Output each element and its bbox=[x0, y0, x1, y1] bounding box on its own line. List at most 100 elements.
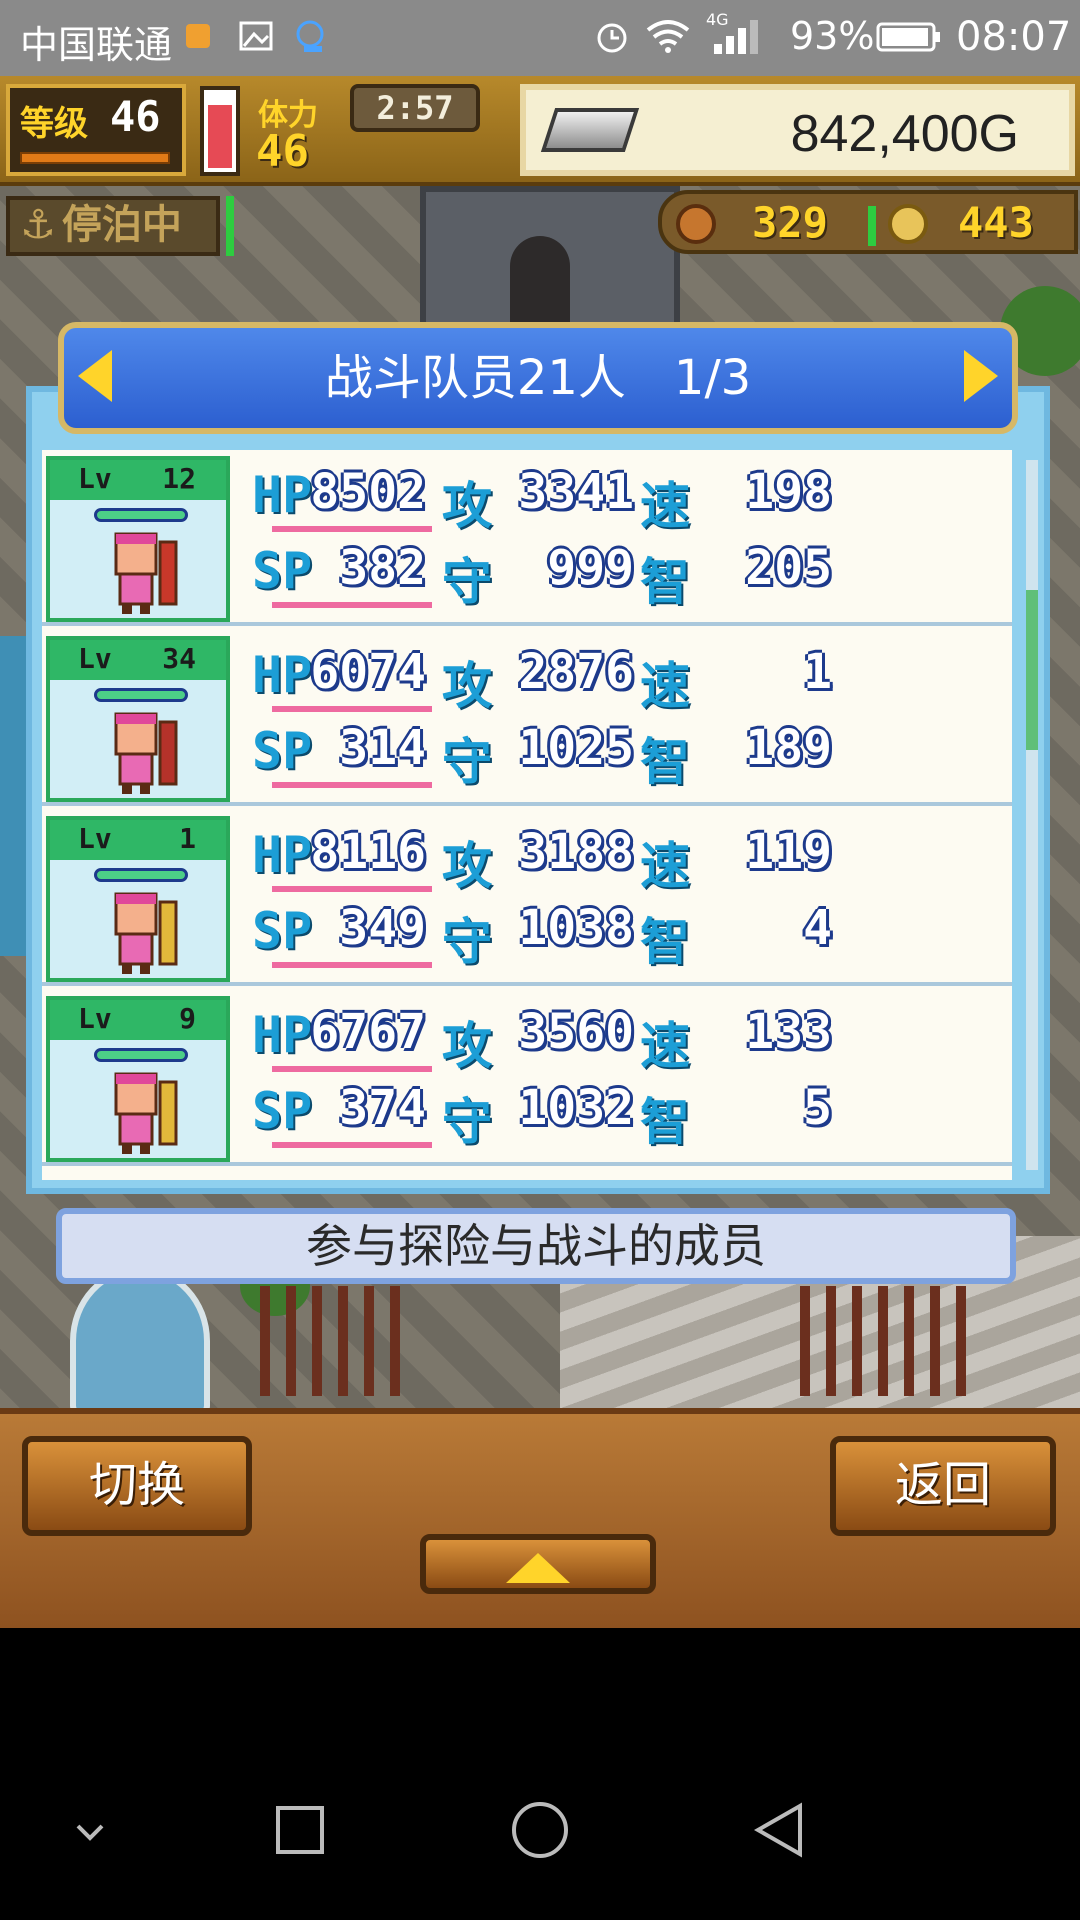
defense-label: 守 bbox=[442, 553, 492, 611]
member-intelligence: 205 bbox=[745, 540, 832, 596]
member-hp: 8116 bbox=[310, 824, 426, 880]
back-nav-icon[interactable] bbox=[750, 1800, 810, 1860]
wifi-icon bbox=[646, 20, 690, 53]
panel-description: 参与探险与战斗的成员 bbox=[56, 1208, 1016, 1284]
member-sprite-icon bbox=[114, 1072, 178, 1154]
member-defense: 1038 bbox=[518, 900, 634, 956]
member-attack: 3341 bbox=[518, 464, 634, 520]
member-speed: 1 bbox=[803, 644, 832, 700]
intelligence-label: 智 bbox=[640, 553, 690, 611]
up-arrow-icon bbox=[506, 1553, 570, 1583]
member-hp-bar bbox=[94, 688, 188, 702]
food-count: 329 bbox=[752, 198, 828, 247]
member-sp: 314 bbox=[339, 720, 426, 776]
anchor-icon: ⚓ bbox=[20, 202, 56, 248]
member-level: 34 bbox=[162, 642, 196, 675]
member-attack: 3560 bbox=[518, 1004, 634, 1060]
member-sprite-icon bbox=[114, 712, 178, 794]
panel-header: 战斗队员21人 1/3 bbox=[58, 322, 1018, 434]
member-intelligence: 189 bbox=[745, 720, 832, 776]
top-hud: 等级 46 体力 46 2:57 842,400G bbox=[0, 76, 1080, 186]
member-sp: 349 bbox=[339, 900, 426, 956]
next-page-arrow-icon[interactable] bbox=[964, 350, 998, 402]
member-sprite-icon bbox=[114, 532, 178, 614]
defense-label: 守 bbox=[442, 1093, 492, 1151]
clock: 08:07 bbox=[956, 14, 1072, 60]
member-sp: 374 bbox=[339, 1080, 426, 1136]
gold-panel: 842,400G bbox=[520, 84, 1075, 176]
alarm-icon bbox=[597, 23, 627, 53]
member-attack: 3188 bbox=[518, 824, 634, 880]
attack-label: 攻 bbox=[442, 1017, 492, 1075]
list-scrollbar[interactable] bbox=[1026, 460, 1038, 1170]
hp-underline bbox=[272, 526, 432, 532]
intelligence-label: 智 bbox=[640, 913, 690, 971]
sp-underline bbox=[272, 1142, 432, 1148]
level-exp-bar bbox=[20, 152, 170, 164]
battery-icon bbox=[876, 22, 940, 52]
level-strip: Lv 1 bbox=[50, 820, 226, 860]
gold-amount: 842,400G bbox=[790, 105, 1019, 163]
list-item[interactable]: Lv 1 HP 8116 SP 349 攻 3188 守 1038 速 119 … bbox=[42, 810, 1012, 986]
member-intelligence: 5 bbox=[803, 1080, 832, 1136]
intelligence-label: 智 bbox=[640, 733, 690, 791]
resource-separator bbox=[868, 206, 876, 246]
level-strip: Lv 12 bbox=[50, 460, 226, 500]
member-hp-bar bbox=[94, 508, 188, 522]
expand-up-button[interactable] bbox=[420, 1534, 656, 1594]
level-strip: Lv 9 bbox=[50, 1000, 226, 1040]
medal-icon bbox=[888, 204, 928, 244]
member-level: 1 bbox=[179, 822, 196, 855]
member-defense: 1025 bbox=[518, 720, 634, 776]
level-label: 等级 bbox=[20, 104, 88, 144]
back-button[interactable]: 返回 bbox=[830, 1436, 1056, 1536]
assistant-icon bbox=[296, 20, 324, 52]
attack-label: 攻 bbox=[442, 657, 492, 715]
battery-percent: 93% bbox=[790, 14, 875, 58]
member-list: Lv 12 HP 8502 SP 382 攻 3341 守 999 速 198 … bbox=[42, 450, 1012, 1180]
list-item[interactable]: Lv 34 HP 6074 SP 314 攻 2876 守 1025 速 1 智… bbox=[42, 630, 1012, 806]
member-level: 9 bbox=[179, 1002, 196, 1035]
member-hp: 6767 bbox=[310, 1004, 426, 1060]
member-level: 12 bbox=[162, 462, 196, 495]
lv-label: Lv bbox=[78, 462, 112, 495]
switch-button[interactable]: 切换 bbox=[22, 1436, 252, 1536]
member-intelligence: 4 bbox=[803, 900, 832, 956]
member-hp-bar bbox=[94, 1048, 188, 1062]
carrier-name: 中国联通 bbox=[20, 23, 173, 67]
lv-label: Lv bbox=[78, 642, 112, 675]
scroll-thumb[interactable] bbox=[1026, 590, 1038, 750]
member-defense: 1032 bbox=[518, 1080, 634, 1136]
hp-underline bbox=[272, 1066, 432, 1072]
speed-label: 速 bbox=[640, 837, 690, 895]
moored-label: 停泊中 bbox=[61, 202, 182, 248]
panel-title: 战斗队员21人 1/3 bbox=[324, 350, 752, 406]
status-indicator bbox=[226, 196, 234, 256]
speed-label: 速 bbox=[640, 1017, 690, 1075]
member-defense: 999 bbox=[547, 540, 634, 596]
signal-icon bbox=[714, 20, 758, 54]
lv-label: Lv bbox=[78, 1002, 112, 1035]
collapse-chevron-icon[interactable] bbox=[60, 1800, 120, 1860]
home-icon[interactable] bbox=[510, 1800, 570, 1860]
speed-label: 速 bbox=[640, 477, 690, 535]
stamina-gauge bbox=[200, 86, 240, 176]
member-speed: 198 bbox=[745, 464, 832, 520]
recent-apps-icon[interactable] bbox=[270, 1800, 330, 1860]
navigation-bar bbox=[0, 1628, 1080, 1920]
member-portrait: Lv 34 bbox=[46, 636, 230, 802]
player-level-box: 等级 46 bbox=[6, 84, 186, 176]
member-portrait: Lv 9 bbox=[46, 996, 230, 1162]
member-sp: 382 bbox=[339, 540, 426, 596]
medal-count: 443 bbox=[958, 198, 1034, 247]
member-portrait: Lv 1 bbox=[46, 816, 230, 982]
intelligence-label: 智 bbox=[640, 1093, 690, 1151]
status-bar: 中国联通 4G 93% 08:07 bbox=[0, 0, 1080, 76]
list-item[interactable]: Lv 12 HP 8502 SP 382 攻 3341 守 999 速 198 … bbox=[42, 450, 1012, 626]
list-item[interactable]: Lv 9 HP 6767 SP 374 攻 3560 守 1032 速 133 … bbox=[42, 990, 1012, 1166]
member-speed: 133 bbox=[745, 1004, 832, 1060]
silver-bar-icon bbox=[540, 108, 640, 152]
sp-underline bbox=[272, 962, 432, 968]
attack-label: 攻 bbox=[442, 477, 492, 535]
lv-label: Lv bbox=[78, 822, 112, 855]
